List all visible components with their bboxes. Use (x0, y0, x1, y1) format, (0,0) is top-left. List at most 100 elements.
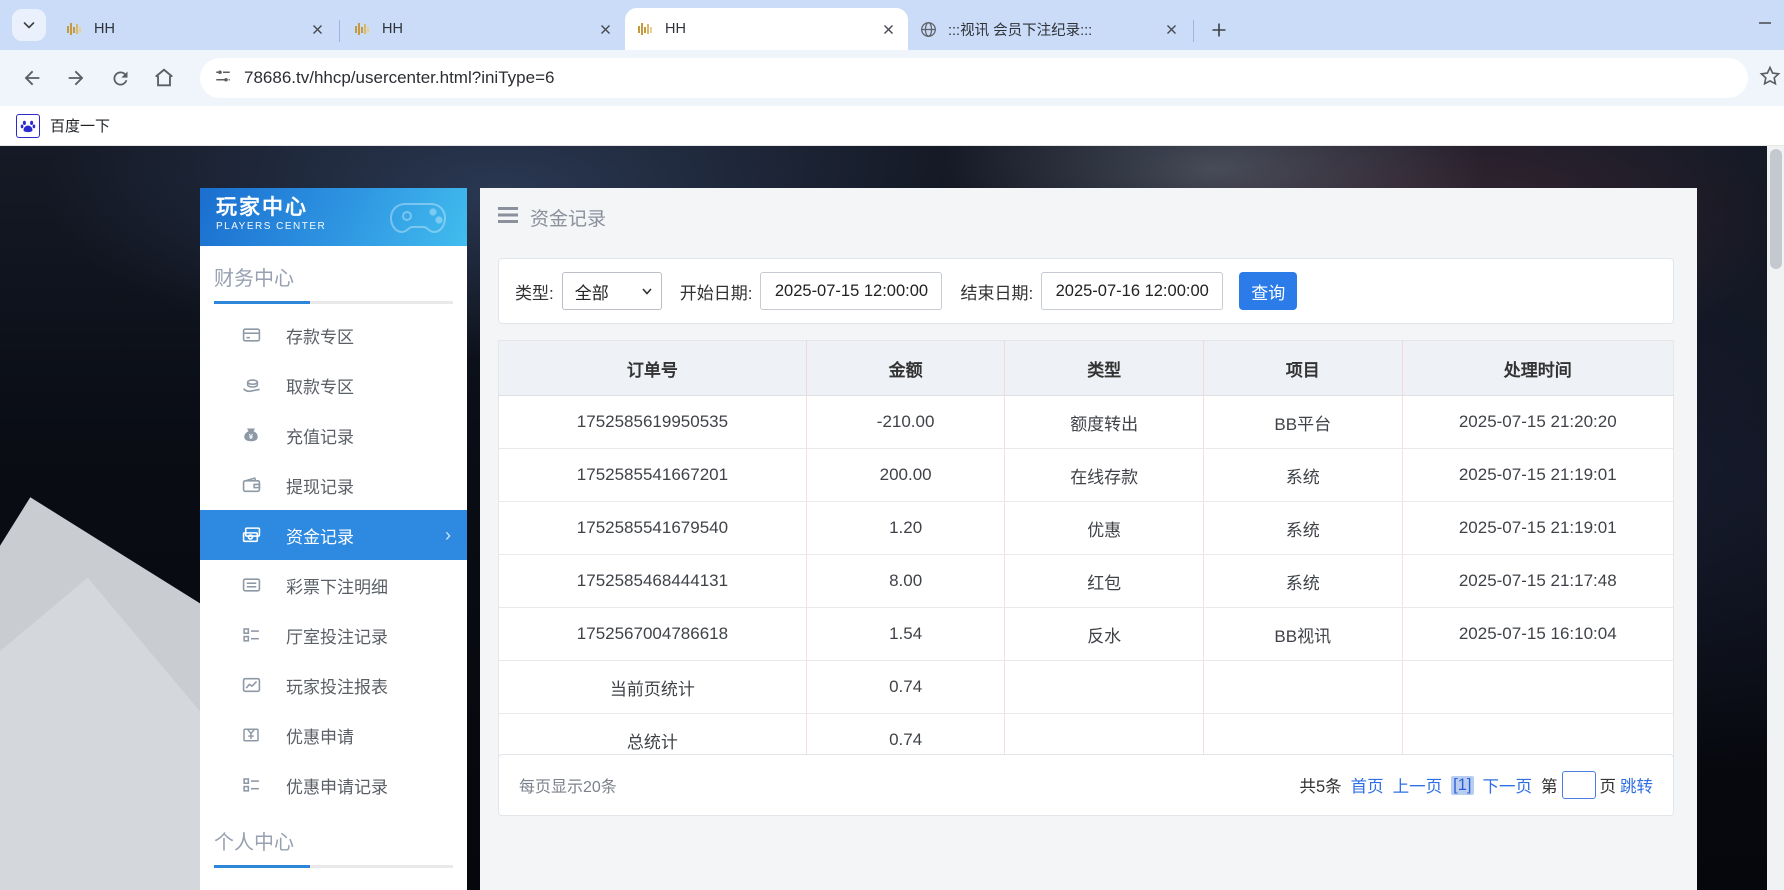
table-cell: 1752567004786618 (499, 608, 807, 661)
new-tab-button[interactable] (1204, 15, 1234, 45)
gamepad-icon (385, 196, 455, 245)
table-cell: 2025-07-15 21:19:01 (1402, 502, 1673, 555)
main-content: 资金记录 类型: 全部 开始日期: 结束日期: 查询 订单号金额类型项目处理时间… (480, 188, 1697, 890)
bookmark-item[interactable]: 百度一下 (50, 115, 110, 136)
browser-tab-2[interactable]: HH (625, 8, 908, 50)
end-date-input[interactable] (1041, 272, 1223, 310)
table-cell: 在线存款 (1005, 449, 1204, 502)
baidu-paw-icon (16, 114, 40, 138)
browser-tab-1[interactable]: HH (342, 8, 625, 50)
hand-icon (242, 375, 262, 395)
sidebar-item-7[interactable]: 玩家投注报表› (200, 660, 467, 710)
page-title: 资金记录 (530, 204, 606, 231)
url-text[interactable]: 78686.tv/hhcp/usercenter.html?iniType=6 (244, 68, 554, 88)
prev-page-link[interactable]: 上一页 (1393, 773, 1443, 797)
table-cell: 2025-07-15 16:10:04 (1402, 608, 1673, 661)
hh-logo-icon (637, 20, 655, 38)
sidebar-header: 玩家中心 PLAYERS CENTER (200, 188, 467, 246)
tab-title: HH (665, 21, 876, 37)
bookmark-star-icon[interactable] (1758, 64, 1784, 90)
column-header-0: 订单号 (499, 341, 807, 396)
table-cell: 0.74 (806, 661, 1005, 714)
browser-tab-0[interactable]: HH (54, 8, 337, 50)
first-page-link[interactable]: 首页 (1351, 773, 1384, 797)
table-cell: 2025-07-15 21:17:48 (1402, 555, 1673, 608)
browser-tab-3[interactable]: :::视讯 会员下注纪录::: (908, 8, 1191, 50)
sidebar-item-0[interactable]: 存款专区› (200, 310, 467, 360)
back-button[interactable] (18, 64, 46, 92)
hh-logo-icon (66, 20, 84, 38)
pagination-bar: 每页显示20条 共5条 首页 上一页 [1] 下一页 第 页 跳转 (498, 754, 1674, 816)
tab-search-chevron-icon[interactable] (12, 9, 46, 41)
table-cell: 1752585468444131 (499, 555, 807, 608)
sidebar-item-6[interactable]: 厅室投注记录› (200, 610, 467, 660)
browser-window: HH HH HH:::视讯 会员下注纪录::: 78686.tv/hhcp/user… (0, 0, 1784, 890)
fund-records-table: 订单号金额类型项目处理时间 1752585619950535-210.00额度转… (498, 340, 1674, 767)
sidebar-item-2[interactable]: ¥充值记录› (200, 410, 467, 460)
tab-close-icon[interactable] (876, 17, 900, 41)
sidebar-item-9[interactable]: 优惠申请记录› (200, 760, 467, 810)
page-viewport: 玩家中心 PLAYERS CENTER 财务中心 存款专区›取款专区›¥充值记录… (0, 146, 1784, 890)
table-row: 1752585541667201200.00在线存款系统2025-07-15 2… (499, 449, 1674, 502)
tab-separator (339, 20, 340, 42)
home-button[interactable] (150, 64, 178, 92)
table-cell: BB平台 (1203, 396, 1402, 449)
tab-close-icon[interactable] (1159, 17, 1183, 41)
end-date-label: 结束日期: (960, 279, 1033, 304)
tab-title: HH (382, 21, 593, 37)
table-cell: 2025-07-15 21:20:20 (1402, 396, 1673, 449)
table-cell: 1752585541667201 (499, 449, 807, 502)
sidebar-item-label: 取款专区 (286, 373, 354, 398)
scrollbar-track[interactable] (1767, 146, 1784, 890)
start-date-input[interactable] (760, 272, 942, 310)
table-cell: 1752585541679540 (499, 502, 807, 555)
chart-icon (242, 675, 262, 695)
tab-close-icon[interactable] (593, 17, 617, 41)
sidebar-item-1[interactable]: 取款专区› (200, 360, 467, 410)
table-cell: 1752585619950535 (499, 396, 807, 449)
section-finance-title: 财务中心 (214, 262, 453, 291)
table-row: 17525670047866181.54反水BB视讯2025-07-15 16:… (499, 608, 1674, 661)
forward-button[interactable] (62, 64, 90, 92)
sidebar-item-4[interactable]: 资金记录› (200, 510, 467, 560)
next-page-link[interactable]: 下一页 (1483, 773, 1533, 797)
current-page-indicator: [1] (1451, 776, 1473, 795)
sidebar-item-5[interactable]: 彩票下注明细› (200, 560, 467, 610)
tab-strip: HH HH HH:::视讯 会员下注纪录::: (0, 0, 1784, 50)
table-cell: 1.20 (806, 502, 1005, 555)
type-select[interactable]: 全部 (562, 272, 662, 310)
jump-button[interactable]: 跳转 (1620, 773, 1653, 797)
chevron-down-icon (641, 285, 653, 297)
wallet-icon (242, 475, 262, 495)
address-bar[interactable]: 78686.tv/hhcp/usercenter.html?iniType=6 (200, 58, 1748, 98)
globe-icon (920, 20, 938, 38)
bookmarks-bar: 百度一下 (0, 106, 1784, 146)
column-header-3: 项目 (1203, 341, 1402, 396)
section-personal-title: 个人中心 (214, 826, 453, 855)
table-cell: 红包 (1005, 555, 1204, 608)
list-icon (242, 575, 262, 595)
sidebar-item-label: 彩票下注明细 (286, 573, 388, 598)
total-count-text: 共5条 (1299, 773, 1341, 797)
jump-page-input[interactable] (1562, 771, 1596, 799)
minimize-button[interactable] (1754, 16, 1776, 30)
column-header-1: 金额 (806, 341, 1005, 396)
player-center-sidebar: 玩家中心 PLAYERS CENTER 财务中心 存款专区›取款专区›¥充值记录… (200, 188, 467, 890)
filter-bar: 类型: 全部 开始日期: 结束日期: 查询 (498, 258, 1674, 324)
reload-button[interactable] (106, 64, 134, 92)
sidebar-item-8[interactable]: 优惠申请› (200, 710, 467, 760)
table-cell (1402, 661, 1673, 714)
scrollbar-thumb[interactable] (1770, 149, 1782, 269)
tab-close-icon[interactable] (305, 17, 329, 41)
card-icon (242, 325, 262, 345)
site-info-icon[interactable] (214, 67, 232, 90)
query-button[interactable]: 查询 (1239, 272, 1297, 310)
sidebar-item-label: 提现记录 (286, 473, 354, 498)
pager-controls: 共5条 首页 上一页 [1] 下一页 第 页 跳转 (1290, 771, 1653, 799)
sidebar-item-3[interactable]: 提现记录› (200, 460, 467, 510)
table-cell (1005, 661, 1204, 714)
table-cell: 反水 (1005, 608, 1204, 661)
type-select-value: 全部 (575, 279, 609, 304)
bag-icon: ¥ (242, 425, 262, 445)
table-cell: 2025-07-15 21:19:01 (1402, 449, 1673, 502)
